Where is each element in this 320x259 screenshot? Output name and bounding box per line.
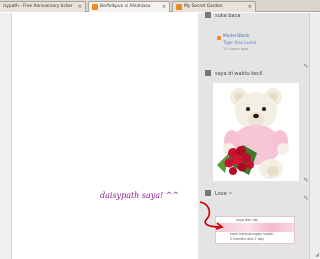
tab-label: Berfolkpun si Ahiahiasu — [100, 4, 151, 9]
close-icon[interactable]: × — [162, 2, 166, 12]
widget-bullet-icon — [205, 190, 211, 196]
ticker-line-2: 2 months and 1 day — [230, 237, 265, 241]
handwritten-annotation: daisypath saya! ^^ — [100, 191, 180, 200]
widget-title: saya di waktu kecil — [205, 70, 263, 77]
blogger-icon — [92, 4, 98, 10]
feed-timestamp: 12 hours ago — [223, 46, 248, 51]
tab-daisypath[interactable]: isypath - Free Anniversary ticker × — [0, 1, 86, 12]
tab-blog[interactable]: Berfolkpun si Ahiahiasu × — [88, 1, 170, 12]
feed-link[interactable]: Model Bibah — [223, 34, 250, 39]
resize-grip-icon[interactable]: ◢ — [315, 252, 319, 258]
close-icon[interactable]: × — [248, 2, 252, 12]
ticker-line-1: kami berhubungan sudah — [230, 232, 274, 236]
tab-label: My Secret Garden — [184, 4, 223, 9]
daisypath-ticker-banner[interactable]: saya dan dia kami berhubungan sudah 2 mo… — [215, 216, 295, 244]
left-margin — [0, 13, 12, 259]
feed-favicon-icon — [217, 36, 221, 40]
widget-title: suka baca — [205, 12, 240, 19]
wrench-icon[interactable]: ✎ — [303, 178, 309, 184]
ticker-heading: saya dan dia — [236, 218, 258, 222]
widget-title: Love ~ — [205, 190, 233, 197]
annotation-arrow-icon — [199, 201, 224, 230]
tab-label: isypath - Free Anniversary ticker — [3, 4, 73, 9]
wrench-icon[interactable]: ✎ — [303, 196, 309, 202]
teddy-bear-image — [217, 88, 289, 179]
teddy-bear-photo — [213, 83, 299, 181]
blogger-icon — [176, 4, 182, 10]
ticker-strip — [216, 223, 294, 232]
widget-bullet-icon — [205, 70, 211, 76]
tab-secret-garden[interactable]: My Secret Garden × — [172, 1, 256, 12]
widget-suka-baca: suka baca Model Bibah Tiger Alas Lantai … — [205, 12, 309, 72]
widget-saya-di-waktu-kecil: saya di waktu kecil ✎ — [205, 68, 309, 188]
main-column — [13, 13, 198, 259]
widget-bullet-icon — [205, 12, 211, 18]
browser-tab-strip: isypath - Free Anniversary ticker × Berf… — [0, 0, 320, 12]
sidebar-edge — [309, 13, 320, 259]
close-icon[interactable]: × — [78, 2, 82, 12]
feed-subtitle-link[interactable]: Tiger Alas Lantai — [223, 40, 256, 45]
